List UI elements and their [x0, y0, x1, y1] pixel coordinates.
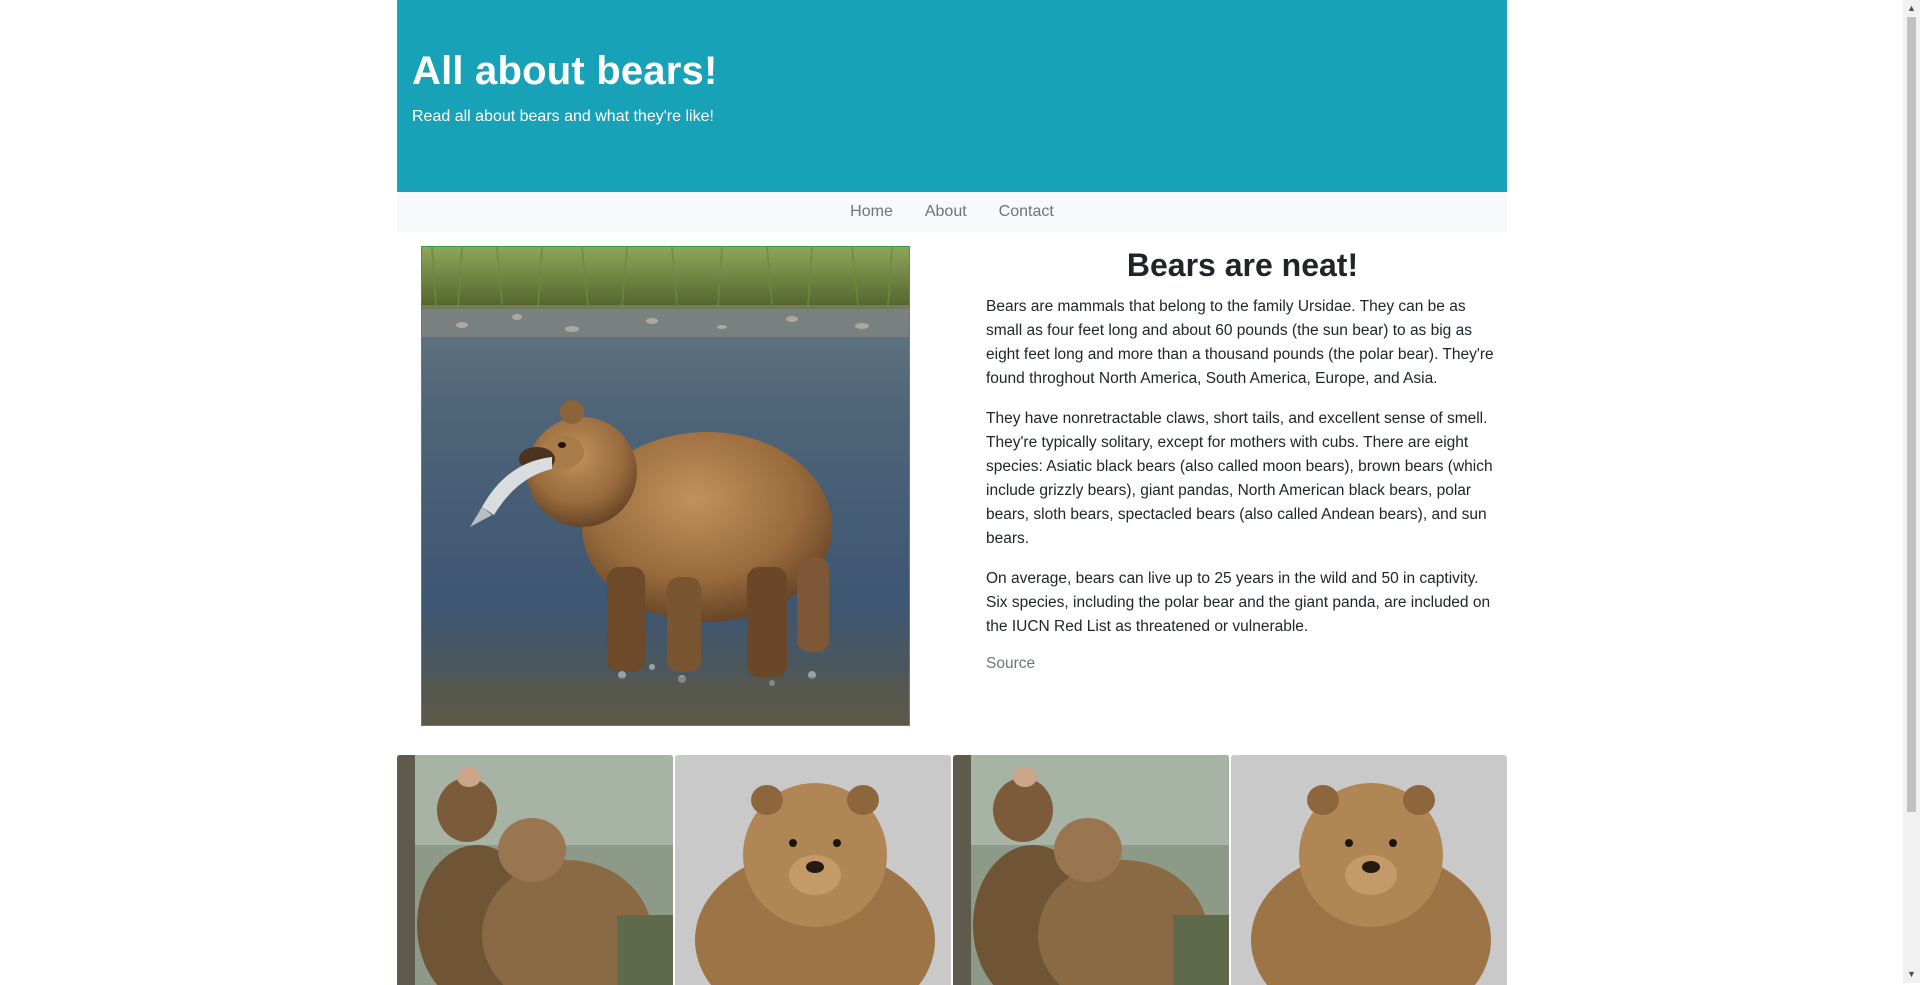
- page-container: All about bears! Read all about bears an…: [397, 0, 1507, 985]
- brown-bear-photo-icon: [675, 755, 951, 985]
- photo-column: [397, 246, 952, 752]
- bear-cubs-photo-icon: [953, 755, 1229, 985]
- article-paragraph: On average, bears can live up to 25 year…: [986, 570, 1491, 636]
- gallery-image[interactable]: [953, 755, 1229, 985]
- gallery-image[interactable]: [675, 755, 951, 985]
- article-paragraph: Bears are mammals that belong to the fam…: [986, 298, 1494, 388]
- article-column: Bears are neat! Bears are mammals that b…: [952, 246, 1507, 752]
- article-paragraph: They have nonretractable claws, short ta…: [986, 410, 1493, 548]
- gallery-image[interactable]: [1231, 755, 1507, 985]
- bear-with-fish-image: [421, 246, 910, 726]
- page-title: All about bears!: [412, 49, 718, 93]
- main-nav: Home About Contact: [397, 192, 1507, 232]
- scroll-up-icon[interactable]: ▲: [1903, 0, 1920, 17]
- vertical-scrollbar[interactable]: ▲ ▼: [1903, 0, 1920, 983]
- gallery-image[interactable]: [397, 755, 673, 985]
- bear-with-fish-photo-icon: [422, 247, 909, 725]
- bear-cubs-photo-icon: [397, 755, 673, 985]
- nav-about-link[interactable]: About: [909, 203, 983, 221]
- hero-banner: All about bears! Read all about bears an…: [397, 0, 1507, 192]
- content-row: Bears are neat! Bears are mammals that b…: [397, 232, 1507, 752]
- page-subtitle: Read all about bears and what they're li…: [412, 108, 714, 125]
- nav-contact-link[interactable]: Contact: [983, 203, 1070, 221]
- scroll-down-icon[interactable]: ▼: [1903, 966, 1920, 983]
- nav-home-link[interactable]: Home: [834, 203, 909, 221]
- article-heading: Bears are neat!: [1126, 247, 1359, 283]
- brown-bear-photo-icon: [1231, 755, 1507, 985]
- source-link[interactable]: Source: [986, 655, 1035, 672]
- image-gallery: [397, 755, 1507, 985]
- scrollbar-thumb[interactable]: [1907, 17, 1916, 812]
